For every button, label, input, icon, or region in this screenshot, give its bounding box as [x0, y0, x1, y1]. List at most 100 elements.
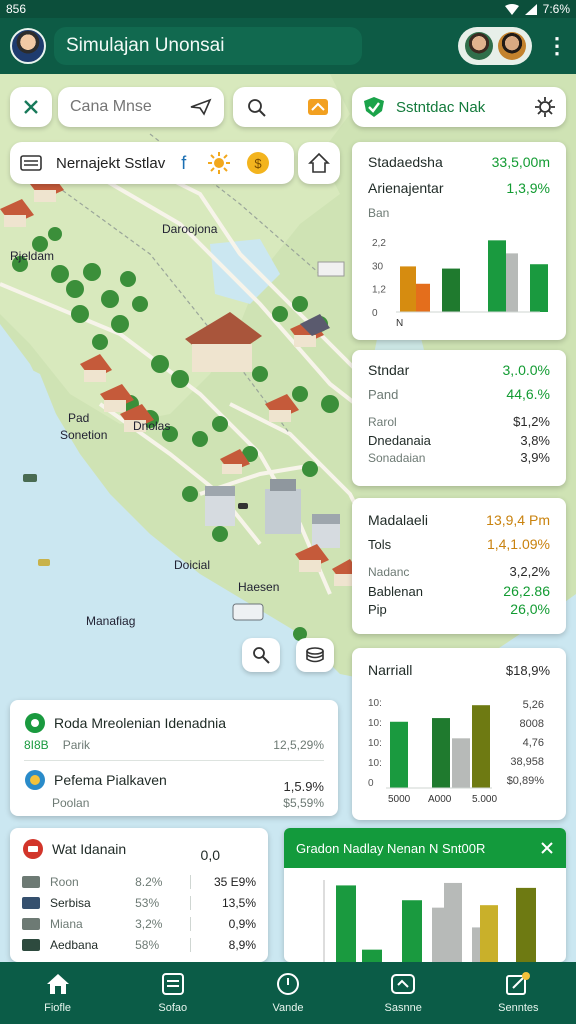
- status-icons: 7:6%: [504, 2, 570, 16]
- status-chip[interactable]: Sstntdac Nak: [352, 87, 566, 127]
- row-label: Aedbana: [50, 937, 99, 952]
- right-value-label: 5,26: [523, 699, 544, 711]
- table-row[interactable]: Serbisa 53% 13,5%: [22, 892, 256, 913]
- sub-value: 3,9%: [520, 450, 550, 465]
- row-value-b: 35 E9%: [213, 874, 256, 889]
- table-row[interactable]: Aedbana 58% 8,9%: [22, 934, 256, 955]
- list-icon[interactable]: [20, 154, 42, 172]
- bar: [432, 718, 450, 788]
- app-title: Simulajan Unonsai: [66, 35, 225, 56]
- close-icon[interactable]: [540, 841, 554, 855]
- bar: [442, 268, 460, 312]
- sub-label: Bablenan: [368, 584, 423, 599]
- sun-icon[interactable]: [208, 152, 231, 174]
- user-avatar[interactable]: [10, 28, 46, 64]
- collaborator-avatar: [464, 32, 493, 60]
- sub-value: 26,0%: [510, 601, 550, 617]
- map-icon: [390, 972, 416, 996]
- signal-icon: [524, 3, 537, 15]
- y-tick-label: 10:: [368, 698, 382, 709]
- stat-label: Arienajentar: [368, 180, 444, 196]
- sub-label: Rarol: [368, 415, 397, 429]
- table-rows: Roon 8.2% 35 E9% Serbisa 53% 13,5% Miana 3,2% 0,…: [22, 871, 256, 955]
- bar: [400, 266, 416, 312]
- stats-panel-4: Narriall $18,9% 10: 10: 10: 10: 0 5,26 8008 4,7…: [352, 648, 566, 820]
- sub-value: 26,2.86: [503, 583, 550, 599]
- send-icon[interactable]: [190, 98, 212, 116]
- stat-label: Madalaeli: [368, 512, 428, 528]
- nav-home[interactable]: Fiofle: [3, 972, 113, 1014]
- info-item-row[interactable]: Pefema Pialkaven 1,5.9%: [24, 769, 324, 794]
- stats-panel-3: Madalaeli 13,9,4 Pm Tols 1,4,1.09% Nadan…: [352, 498, 566, 634]
- home-pin-button[interactable]: [298, 142, 340, 184]
- bottom-nav: Fiofle Sofao Vande Sasnne Senntes: [0, 962, 576, 1024]
- collaborators-group[interactable]: [458, 27, 532, 65]
- status-chip-label: Sstntdac Nak: [396, 98, 486, 116]
- nav-list[interactable]: Sofao: [118, 972, 228, 1014]
- layer-chip-label: Nernajekt Sstlav: [56, 154, 166, 172]
- close-icon: [22, 98, 40, 116]
- sub-label: Pip: [368, 602, 387, 617]
- row-value-a: 58%: [135, 937, 192, 952]
- coin-icon[interactable]: $: [246, 151, 270, 175]
- info-card[interactable]: Roda Mreolenian Idenadnia 8I8B Parik 12,…: [10, 700, 338, 816]
- tool-chip[interactable]: [233, 87, 341, 127]
- map-label-cluster: Daroojona: [162, 222, 218, 236]
- info-code-right: Parik: [62, 738, 91, 752]
- bar: [506, 253, 518, 312]
- info-glyph[interactable]: f: [181, 153, 186, 174]
- info-dot-icon: [24, 712, 46, 734]
- row-icon: [22, 917, 40, 930]
- nav-map[interactable]: Sasnne: [348, 972, 458, 1014]
- nav-label: Fiofle: [44, 1002, 72, 1014]
- info-item-value: 1,5.9%: [283, 779, 324, 794]
- stat-row: Pand 44,6.%: [368, 386, 550, 402]
- search-input[interactable]: [70, 98, 180, 116]
- row-value-b: 8,9%: [228, 937, 256, 952]
- app-title-pill[interactable]: Simulajan Unonsai: [54, 27, 362, 65]
- sub-label: Nadanc: [368, 565, 410, 579]
- bar: [452, 738, 470, 788]
- close-tool-button[interactable]: [10, 87, 52, 127]
- y-tick-label: 10:: [368, 718, 382, 729]
- info-code-value: 12,5,29%: [273, 738, 324, 752]
- row-label: Miana: [50, 916, 83, 931]
- info-item-sub-left: Poolan: [52, 796, 90, 810]
- layers-icon[interactable]: [307, 97, 329, 117]
- sub-value: 3,8%: [520, 433, 550, 448]
- search-bar[interactable]: [58, 87, 224, 127]
- y-tick-label: 0: [368, 778, 374, 789]
- edit-icon: [505, 972, 531, 996]
- x-axis-label: N: [396, 318, 403, 329]
- sub-row: Nadanc 3,2,2%: [368, 564, 550, 579]
- map-label-center: Dnolas: [133, 419, 171, 433]
- table-row[interactable]: Miana 3,2% 0,9%: [22, 913, 256, 934]
- info-item-label: Pefema Pialkaven: [54, 772, 167, 788]
- info-card-title: Roda Mreolenian Idenadnia: [54, 715, 227, 731]
- map-label-sonetion: Sonetion: [60, 428, 108, 442]
- layer-chip[interactable]: Nernajekt Sstlav f $: [10, 142, 294, 184]
- right-value-label: 4,76: [523, 737, 544, 749]
- nav-label: Senntes: [498, 1002, 539, 1014]
- zoom-search-button[interactable]: [242, 638, 280, 672]
- bar: [390, 721, 408, 788]
- wifi-icon: [504, 3, 519, 15]
- layers-stack-button[interactable]: [296, 638, 334, 672]
- home-icon: [45, 972, 71, 996]
- nav-compass[interactable]: Vande: [233, 972, 343, 1014]
- stat-value: 1,4,1.09%: [486, 536, 550, 552]
- search-location-icon[interactable]: [245, 96, 267, 118]
- popup-chart-card[interactable]: Gradon Nadlay Nenan N Snt00R: [284, 828, 566, 962]
- collaborator-avatar: [497, 32, 526, 60]
- popup-title: Gradon Nadlay Nenan N Snt00R: [296, 840, 486, 856]
- overflow-menu-icon[interactable]: ⋮: [546, 33, 568, 59]
- row-value-b: 0,9%: [228, 916, 256, 931]
- stat-row: Narriall $18,9%: [368, 662, 550, 678]
- table-row[interactable]: Roon 8.2% 35 E9%: [22, 871, 256, 892]
- status-bar: 856 7:6%: [0, 0, 576, 18]
- nav-edit[interactable]: Senntes: [463, 972, 573, 1014]
- y-tick-label: 10:: [368, 758, 382, 769]
- sub-value: 3,2,2%: [509, 564, 550, 579]
- table-card[interactable]: Wat Idanain 0,0 Roon 8.2% 35 E9% Serbisa 53%…: [10, 828, 268, 962]
- settings-gear-icon[interactable]: [534, 96, 556, 118]
